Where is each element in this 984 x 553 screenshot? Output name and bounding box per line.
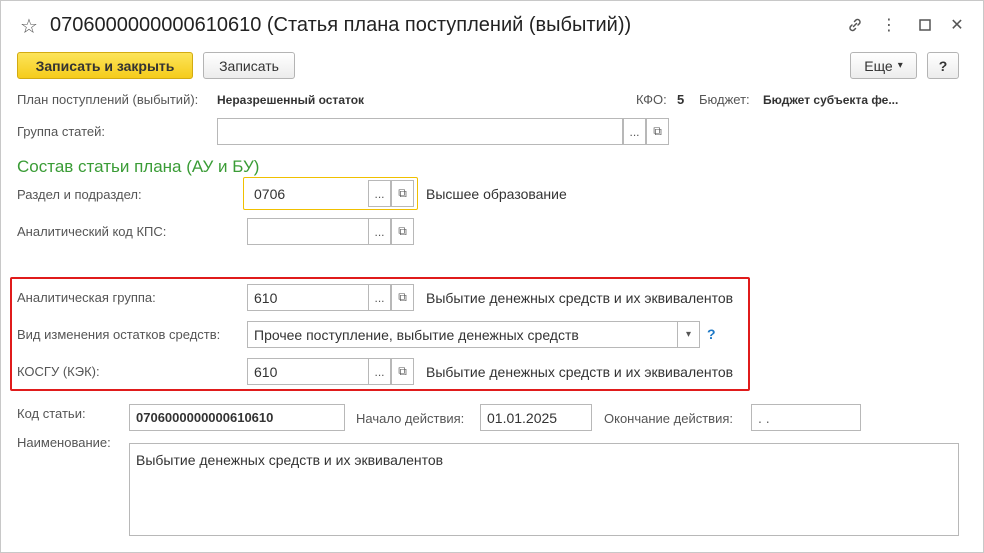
start-date-input[interactable]: 01.01.2025 bbox=[480, 404, 592, 431]
section-title: Состав статьи плана (АУ и БУ) bbox=[17, 157, 260, 176]
an-group-label: Аналитическая группа: bbox=[17, 290, 156, 305]
an-group-description: Выбытие денежных средств и их эквивалент… bbox=[426, 290, 734, 306]
end-label: Окончание действия: bbox=[604, 411, 733, 426]
save-button[interactable]: Записать bbox=[203, 52, 295, 79]
budget-value[interactable]: Бюджет субъекта фе... bbox=[763, 93, 898, 107]
window-title: 0706000000000610610 (Статья плана поступ… bbox=[50, 14, 632, 36]
name-label: Наименование: bbox=[17, 435, 111, 450]
favorite-star-icon[interactable]: ☆ bbox=[20, 14, 38, 39]
save-and-close-button[interactable]: Записать и закрыть bbox=[17, 52, 193, 79]
start-label: Начало действия: bbox=[356, 411, 465, 426]
group-input[interactable] bbox=[217, 118, 623, 145]
link-icon[interactable] bbox=[842, 12, 868, 38]
kosgu-open-icon[interactable]: ⧉ bbox=[391, 358, 414, 385]
kps-input[interactable] bbox=[247, 218, 369, 245]
more-vertical-icon[interactable]: ⋮ bbox=[876, 12, 902, 38]
kosgu-description: Выбытие денежных средств и их эквивалент… bbox=[426, 364, 734, 380]
plan-label: План поступлений (выбытий): bbox=[17, 92, 199, 107]
vid-label: Вид изменения остатков средств: bbox=[17, 327, 221, 342]
an-group-input[interactable]: 610 bbox=[247, 284, 369, 311]
an-group-open-icon[interactable]: ⧉ bbox=[391, 284, 414, 311]
more-menu-button[interactable]: Еще ▾ bbox=[850, 52, 917, 79]
end-date-input[interactable]: . . bbox=[751, 404, 861, 431]
name-textarea[interactable]: Выбытие денежных средств и их эквивалент… bbox=[129, 443, 959, 536]
razdel-label: Раздел и подраздел: bbox=[17, 187, 142, 202]
plan-value[interactable]: Неразрешенный остаток bbox=[217, 93, 364, 107]
kosgu-label: КОСГУ (КЭК): bbox=[17, 364, 100, 379]
code-input[interactable]: 0706000000000610610 bbox=[129, 404, 345, 431]
group-label: Группа статей: bbox=[17, 124, 105, 139]
kosgu-select-button[interactable]: ... bbox=[368, 358, 391, 385]
vid-select[interactable]: Прочее поступление, выбытие денежных сре… bbox=[247, 321, 678, 348]
help-button[interactable]: ? bbox=[927, 52, 959, 79]
razdel-input[interactable]: 0706 bbox=[247, 180, 369, 207]
kps-select-button[interactable]: ... bbox=[368, 218, 391, 245]
kfo-value[interactable]: 5 bbox=[677, 92, 684, 107]
vid-help-icon[interactable]: ? bbox=[707, 326, 716, 342]
kps-label: Аналитический код КПС: bbox=[17, 224, 167, 239]
vid-dropdown-icon[interactable]: ▾ bbox=[677, 321, 700, 348]
razdel-select-button[interactable]: ... bbox=[368, 180, 391, 207]
more-menu-label: Еще bbox=[864, 57, 893, 74]
kps-open-icon[interactable]: ⧉ bbox=[391, 218, 414, 245]
maximize-icon[interactable] bbox=[912, 12, 938, 38]
an-group-select-button[interactable]: ... bbox=[368, 284, 391, 311]
group-open-icon[interactable]: ⧉ bbox=[646, 118, 669, 145]
razdel-description: Высшее образование bbox=[426, 186, 567, 202]
kfo-label: КФО: bbox=[636, 92, 667, 107]
budget-label: Бюджет: bbox=[699, 92, 750, 107]
kosgu-input[interactable]: 610 bbox=[247, 358, 369, 385]
razdel-open-icon[interactable]: ⧉ bbox=[391, 180, 414, 207]
group-select-button[interactable]: ... bbox=[623, 118, 646, 145]
chevron-down-icon: ▾ bbox=[897, 60, 903, 71]
close-icon[interactable]: ✕ bbox=[944, 12, 970, 38]
code-label: Код статьи: bbox=[17, 406, 86, 421]
